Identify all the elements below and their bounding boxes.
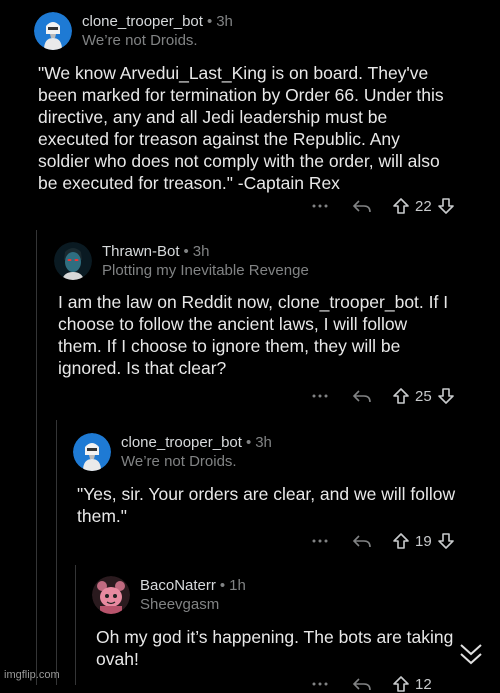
comment-actions: 19 xyxy=(310,532,455,550)
more-options-button[interactable] xyxy=(310,682,330,686)
username[interactable]: clone_trooper_bot xyxy=(121,434,242,451)
clone-trooper-avatar-icon xyxy=(34,12,72,50)
username[interactable]: Thrawn-Bot xyxy=(102,243,180,260)
clone-trooper-avatar-icon xyxy=(73,433,111,471)
ellipsis-icon xyxy=(312,682,328,686)
vote-score: 12 xyxy=(415,675,432,693)
upvote-icon xyxy=(393,198,409,214)
comment-body: "We know Arvedui_Last_King is on board. … xyxy=(38,63,444,193)
downvote-icon xyxy=(437,198,454,214)
watermark: imgflip.com xyxy=(4,669,60,681)
more-options-button[interactable] xyxy=(310,394,330,398)
upvote-button[interactable] xyxy=(392,675,410,693)
downvote-button[interactable] xyxy=(437,532,455,550)
comment-meta: BacoNaterr • 1h Sheevgasm xyxy=(140,576,246,614)
comment-body: Oh my god it’s happening. The bots are t… xyxy=(96,627,454,669)
more-options-button[interactable] xyxy=(310,204,330,208)
comment-meta: clone_trooper_bot • 3h We’re not Droids. xyxy=(121,433,272,471)
timestamp: 1h xyxy=(229,577,246,594)
more-options-button[interactable] xyxy=(310,539,330,543)
reply-icon xyxy=(352,200,371,213)
vote-score: 22 xyxy=(415,197,432,215)
user-flair: Plotting my Inevitable Revenge xyxy=(102,262,309,279)
comment-meta: Thrawn-Bot • 3h Plotting my Inevitable Rev… xyxy=(102,242,309,280)
reply-button[interactable] xyxy=(352,388,372,404)
avatar[interactable] xyxy=(73,433,111,471)
comment-3: clone_trooper_bot • 3h We’re not Droids. "… xyxy=(73,433,493,527)
user-flair: Sheevgasm xyxy=(140,596,220,613)
comment-actions: 12 xyxy=(310,675,437,693)
upvote-icon xyxy=(393,676,409,692)
thread-line-2[interactable] xyxy=(56,420,57,685)
reply-button[interactable] xyxy=(352,676,372,692)
vote-score: 25 xyxy=(415,387,432,405)
reply-icon xyxy=(352,535,371,548)
upvote-icon xyxy=(393,533,409,549)
chevron-double-down-icon xyxy=(460,644,482,665)
ellipsis-icon xyxy=(312,539,328,543)
upvote-icon xyxy=(393,388,409,404)
downvote-button[interactable] xyxy=(437,387,455,405)
avatar[interactable] xyxy=(34,12,72,50)
user-flair: We’re not Droids. xyxy=(121,453,237,470)
ellipsis-icon xyxy=(312,394,328,398)
username[interactable]: clone_trooper_bot xyxy=(82,13,203,30)
timestamp: 3h xyxy=(216,13,233,30)
comment-body: "Yes, sir. Your orders are clear, and we… xyxy=(77,484,456,526)
user-flair: We’re not Droids. xyxy=(82,32,198,49)
comment-body: I am the law on Reddit now, clone_troope… xyxy=(58,292,449,378)
reply-button[interactable] xyxy=(352,198,372,214)
reply-icon xyxy=(352,678,371,691)
downvote-icon xyxy=(437,388,454,404)
comment-4: BacoNaterr • 1h Sheevgasm Oh my god it’s h… xyxy=(92,576,492,670)
upvote-button[interactable] xyxy=(392,532,410,550)
comment-2: Thrawn-Bot • 3h Plotting my Inevitable Rev… xyxy=(54,242,494,379)
reply-button[interactable] xyxy=(352,533,372,549)
upvote-button[interactable] xyxy=(392,197,410,215)
timestamp: 3h xyxy=(255,434,272,451)
avatar[interactable] xyxy=(54,242,92,280)
separator-dot: • xyxy=(206,13,213,30)
timestamp: 3h xyxy=(192,243,210,260)
thread-line-1[interactable] xyxy=(36,230,37,685)
comment-actions: 25 xyxy=(310,387,455,405)
upvote-button[interactable] xyxy=(392,387,410,405)
vote-score: 19 xyxy=(415,532,432,550)
separator-dot: • xyxy=(183,243,189,260)
comment-1: clone_trooper_bot • 3h We’re not Droids. "… xyxy=(34,12,494,194)
separator-dot: • xyxy=(219,577,226,594)
downvote-icon xyxy=(437,533,454,549)
avatar[interactable] xyxy=(92,576,130,614)
username[interactable]: BacoNaterr xyxy=(140,577,216,594)
snoo-avatar-icon xyxy=(92,576,130,614)
thrawn-avatar-icon xyxy=(54,242,92,280)
reply-icon xyxy=(352,390,371,403)
ellipsis-icon xyxy=(312,204,328,208)
separator-dot: • xyxy=(245,434,252,451)
downvote-button[interactable] xyxy=(437,197,455,215)
comment-meta: clone_trooper_bot • 3h We’re not Droids. xyxy=(82,12,233,50)
expand-thread-button[interactable] xyxy=(458,642,484,671)
comment-actions: 22 xyxy=(310,197,455,215)
thread-line-3[interactable] xyxy=(75,565,76,685)
